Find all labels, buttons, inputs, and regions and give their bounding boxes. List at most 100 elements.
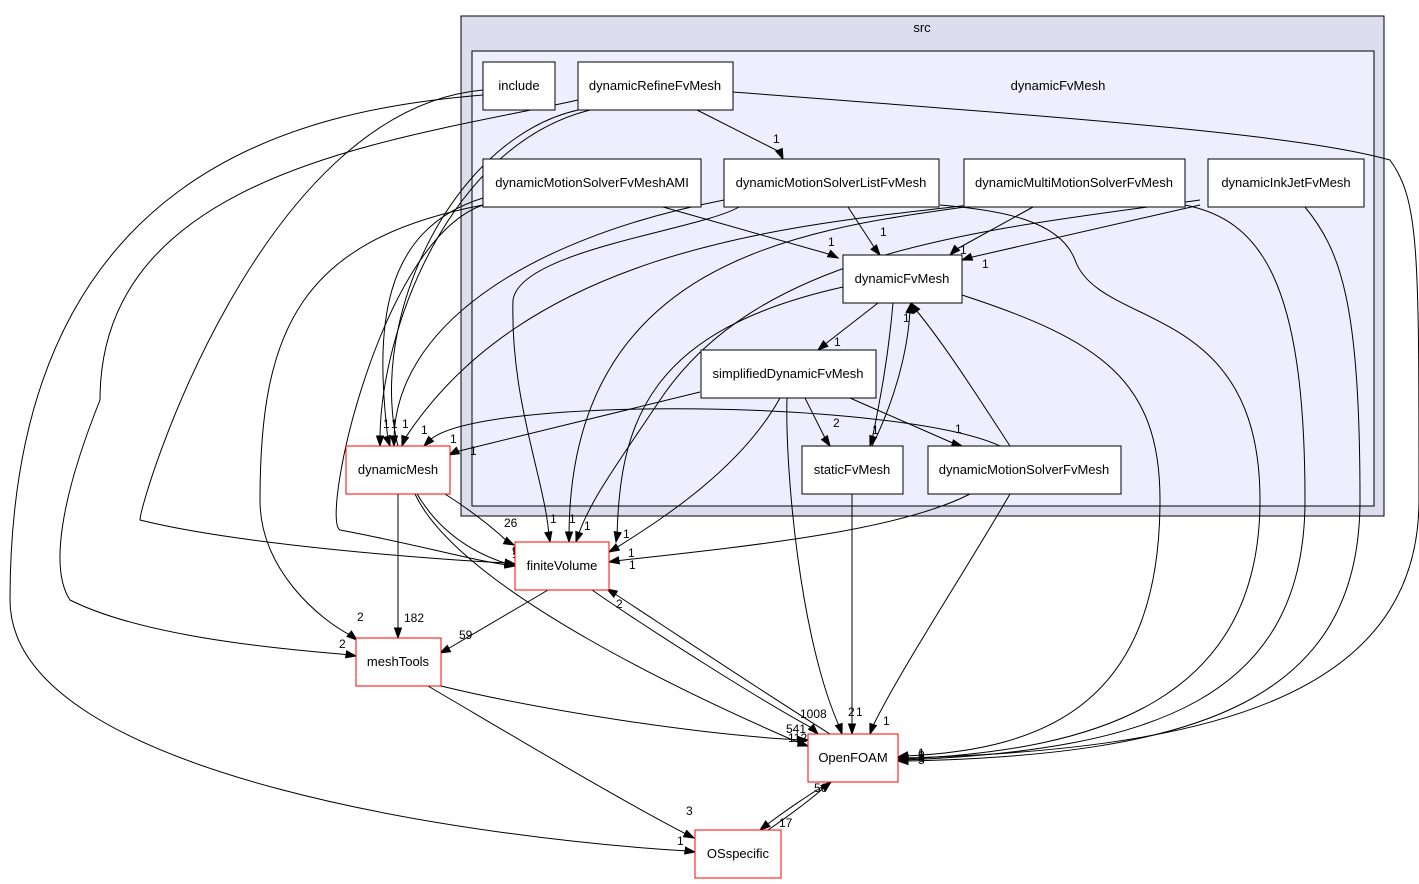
edge-count-label[interactable]: 1 [883,714,890,728]
edge-count-label[interactable]: 1 [421,423,428,437]
edge-line [427,685,689,836]
cluster-dynamicFvMesh-label: dynamicFvMesh [1011,78,1106,93]
edge-dynamicMotionSolverFvMeshAMI-to-meshTools[interactable]: 2 [259,204,484,641]
edge-count-label[interactable]: 1 [623,527,630,541]
arrowhead-icon [438,644,452,654]
arrowhead-icon [401,434,410,448]
arrowhead-icon [575,530,584,544]
edge-count-label[interactable]: 26 [504,516,518,530]
cluster-src-label: src [913,20,931,35]
edge-count-label[interactable]: 1 [856,705,863,719]
node-finiteVolume[interactable]: finiteVolume [514,541,610,591]
edge-line [611,591,831,735]
arrowhead-icon [684,846,697,855]
edge-line [139,89,509,564]
edge-count-label[interactable]: 1 [982,257,989,271]
arrowhead-icon [613,530,622,544]
node-dynamicRefineFvMesh[interactable]: dynamicRefineFvMesh [577,61,734,111]
node-dynamicMotionSolverFvMeshAMI[interactable]: dynamicMotionSolverFvMeshAMI [482,158,702,208]
arrowhead-icon [502,536,516,546]
edge-count-label[interactable]: 1 [569,512,576,526]
edge-count-label[interactable]: 2 [848,705,855,719]
edge-count-label[interactable]: 1 [773,132,780,146]
node-dynamicMotionSolverListFvMesh-label: dynamicMotionSolverListFvMesh [736,175,927,190]
node-dynamicFvMesh[interactable]: dynamicFvMesh [842,254,963,304]
node-dynamicMultiMotionSolverFvMesh-label: dynamicMultiMotionSolverFvMesh [975,175,1173,190]
arrowhead-icon [758,820,771,831]
edge-count-label[interactable]: 1 [584,519,591,533]
arrowhead-icon [847,723,857,736]
edge-count-label[interactable]: 3 [686,804,693,818]
edge-count-label[interactable]: 1 [872,423,879,437]
edge-count-label[interactable]: 2 [339,637,346,651]
edge-dynamicMotionSolverFvMesh-to-OpenFOAM[interactable]: 1 [869,493,1011,736]
arrowhead-icon [564,531,574,544]
node-staticFvMesh-label: staticFvMesh [814,462,891,477]
edge-count-label[interactable]: 1 [677,834,684,848]
node-simplifiedDynamicFvMesh-label: simplifiedDynamicFvMesh [713,366,864,381]
edge-count-label[interactable]: 1 [834,335,841,349]
node-OSspecific[interactable]: OSspecific [694,829,782,879]
node-dynamicRefineFvMesh-label: dynamicRefineFvMesh [589,78,721,93]
edge-dynamicMesh-to-meshTools[interactable]: 182 [393,494,425,640]
node-dynamicMotionSolverFvMesh[interactable]: dynamicMotionSolverFvMesh [927,445,1122,495]
edge-dynamicMesh-to-OpenFOAM[interactable]: 541 [414,493,810,747]
arrowhead-icon [382,434,391,448]
node-dynamicInkJetFvMesh-label: dynamicInkJetFvMesh [1221,175,1350,190]
edge-count-label[interactable]: 5 [918,753,925,767]
node-dynamicMotionSolverListFvMesh[interactable]: dynamicMotionSolverListFvMesh [723,158,940,208]
node-dynamicMesh[interactable]: dynamicMesh [345,445,451,495]
arrowhead-icon [375,435,385,448]
arrowhead-icon [834,722,843,736]
edge-count-label[interactable]: 1 [880,225,887,239]
node-dynamicInkJetFvMesh[interactable]: dynamicInkJetFvMesh [1207,158,1365,208]
arrowhead-icon [393,627,403,640]
arrowhead-icon [544,530,553,544]
edge-count-label[interactable]: 1 [550,512,557,526]
edge-line [871,493,1011,729]
node-staticFvMesh[interactable]: staticFvMesh [801,445,904,495]
edge-OSspecific-to-OpenFOAM[interactable]: 56 [767,781,833,831]
edge-meshTools-to-OpenFOAM[interactable]: 1121 [440,685,814,745]
node-OSspecific-label: OSspecific [707,846,770,861]
edge-finiteVolume-to-meshTools[interactable]: 59 [438,589,549,654]
dependency-graph: src dynamicFvMesh 1111111121111111981111… [9,15,1419,879]
node-finiteVolume-label: finiteVolume [527,558,598,573]
arrowhead-icon [447,446,461,456]
edge-finiteVolume-to-OpenFOAM[interactable]: 1008 [591,589,827,736]
edge-meshTools-to-OSspecific[interactable]: 3 [427,685,696,839]
edge-line [440,685,803,741]
edge-line [259,204,484,637]
edge-OpenFOAM-to-finiteVolume[interactable]: 2 [605,588,831,735]
edge-count-label[interactable]: 1 [402,417,409,431]
node-OpenFOAM-label: OpenFOAM [818,750,887,765]
edge-count-label[interactable]: 1 [903,311,910,325]
node-meshTools[interactable]: meshTools [355,637,442,687]
edge-count-label[interactable]: 59 [459,628,473,642]
node-dynamicMultiMotionSolverFvMesh[interactable]: dynamicMultiMotionSolverFvMesh [963,158,1186,208]
edge-count-label[interactable]: 56 [814,781,828,795]
node-dynamicFvMesh-label: dynamicFvMesh [855,271,950,286]
edge-count-label[interactable]: 1008 [800,707,827,721]
edge-count-label[interactable]: 1 [450,432,457,446]
node-dynamicMesh-label: dynamicMesh [358,462,438,477]
arrowhead-icon [607,556,621,565]
arrowhead-icon [869,722,878,736]
edge-count-label[interactable]: 2 [357,610,364,624]
edge-count-label[interactable]: 1 [828,235,835,249]
node-include-label: include [498,78,539,93]
arrowhead-icon [344,650,358,659]
node-dynamicMotionSolverFvMeshAMI-label: dynamicMotionSolverFvMeshAMI [495,175,689,190]
arrowhead-icon [682,829,696,839]
node-simplifiedDynamicFvMesh[interactable]: simplifiedDynamicFvMesh [700,349,877,399]
node-OpenFOAM[interactable]: OpenFOAM [807,733,899,783]
edge-count-label[interactable]: 1 [470,444,477,458]
node-meshTools-label: meshTools [367,654,430,669]
node-include[interactable]: include [482,61,556,111]
edge-count-label[interactable]: 1 [955,422,962,436]
edge-count-label[interactable]: 182 [404,611,424,625]
node-dynamicMotionSolverFvMesh-label: dynamicMotionSolverFvMesh [939,462,1110,477]
edge-count-label[interactable]: 2 [616,597,623,611]
edge-count-label[interactable]: 2 [833,416,840,430]
edge-count-label[interactable]: 1 [629,558,636,572]
